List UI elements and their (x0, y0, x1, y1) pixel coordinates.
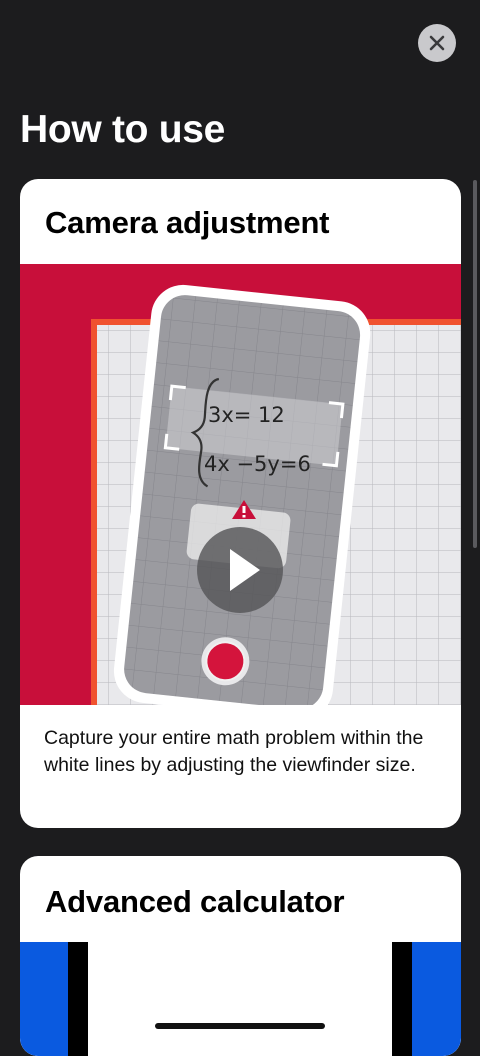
equation-line-1: 3x= 12 (208, 403, 285, 427)
scrollbar[interactable] (473, 180, 477, 548)
camera-illustration: 3x= 12 4x −5y=6 (91, 284, 461, 705)
equation-line-2: 4x −5y=6 (204, 452, 311, 476)
card-title: Advanced calculator (45, 884, 345, 919)
phone-illustration (113, 284, 371, 705)
page-title: How to use (20, 108, 226, 151)
dark-edge-right (392, 942, 412, 1056)
close-button[interactable] (418, 24, 456, 62)
card-title: Camera adjustment (45, 205, 330, 240)
dark-edge-left (68, 942, 88, 1056)
blue-panel-right (412, 942, 461, 1056)
home-indicator[interactable] (155, 1023, 325, 1029)
calculator-preview[interactable] (20, 942, 461, 1056)
close-icon (429, 35, 445, 51)
play-button[interactable] (197, 527, 283, 613)
camera-adjustment-card: Camera adjustment 3x= 12 4x −5y=6 Captur… (20, 179, 461, 828)
blue-panel-left (20, 942, 68, 1056)
card-description: Capture your entire math problem within … (44, 727, 424, 776)
tutorial-video[interactable]: 3x= 12 4x −5y=6 (20, 264, 461, 705)
